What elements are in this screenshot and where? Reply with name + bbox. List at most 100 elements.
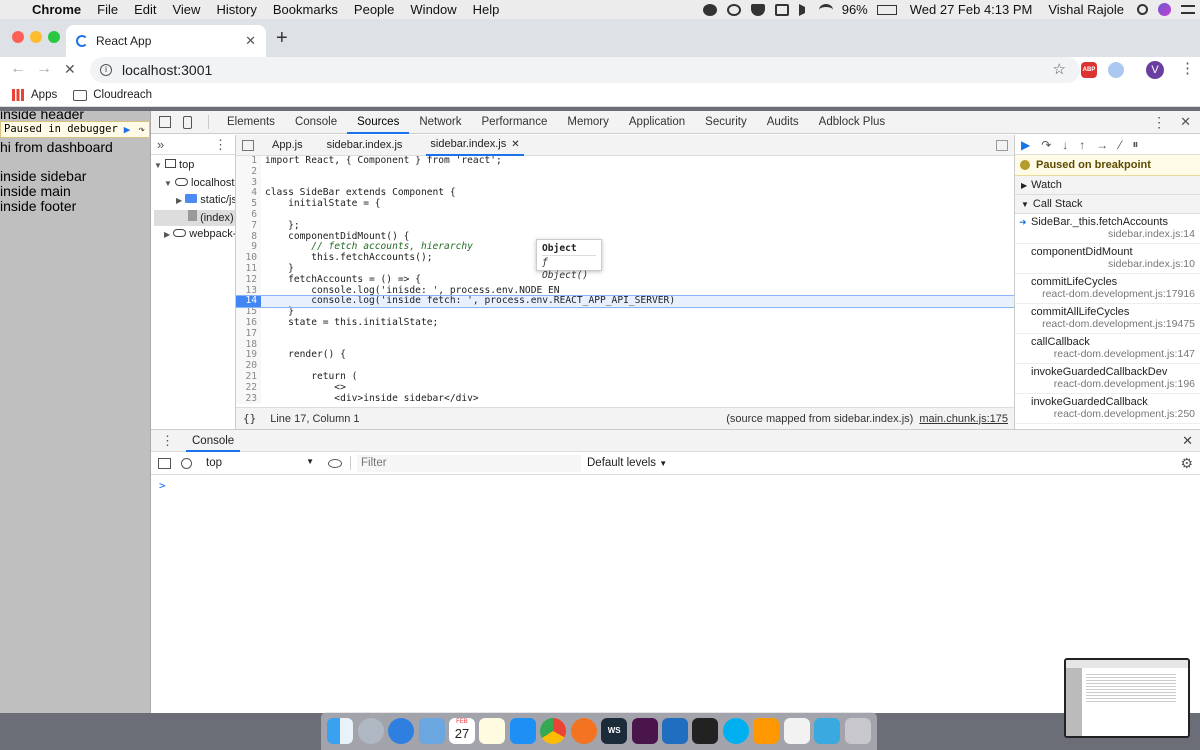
menu-window[interactable]: Window: [402, 2, 464, 17]
slack-icon[interactable]: [631, 718, 658, 744]
watch-section[interactable]: ▶ Watch: [1015, 176, 1200, 195]
tree-item-static[interactable]: ▶ static/js: [154, 192, 235, 210]
tree-item-index[interactable]: (index): [154, 209, 235, 226]
call-stack-frame[interactable]: invokeGuardedCallbackDev react-dom.develo…: [1015, 364, 1200, 394]
airplay-icon[interactable]: [774, 3, 789, 16]
app-store-icon[interactable]: [509, 718, 536, 744]
status-icon-2[interactable]: [726, 3, 741, 16]
code-line[interactable]: 22 <>: [236, 382, 1014, 394]
code-line[interactable]: 16 state = this.initialState;: [236, 317, 1014, 329]
console-sidebar-icon[interactable]: [158, 457, 171, 469]
callstack-section[interactable]: ▼ Call Stack: [1015, 195, 1200, 214]
battery-icon[interactable]: [876, 4, 897, 15]
inspect-element-icon[interactable]: [159, 116, 171, 128]
webstorm-icon[interactable]: WS: [601, 718, 628, 744]
siri-icon[interactable]: [1158, 3, 1171, 16]
sublime-icon[interactable]: [753, 718, 780, 744]
line-number[interactable]: 6: [236, 209, 261, 221]
address-bar[interactable]: i localhost:3001 ☆: [90, 57, 1080, 83]
documents-icon[interactable]: [783, 718, 810, 744]
trash-icon[interactable]: [844, 718, 871, 744]
call-stack-frame[interactable]: commitLifeCycles react-dom.development.js…: [1015, 274, 1200, 304]
code-line[interactable]: 12 fetchAccounts = () => {: [236, 274, 1014, 286]
call-stack-frame[interactable]: callCallback react-dom.development.js:147: [1015, 334, 1200, 364]
tab-console[interactable]: Console: [285, 111, 347, 134]
extension-icon[interactable]: [1108, 62, 1124, 78]
user-name[interactable]: Vishal Rajole: [1040, 2, 1132, 17]
call-stack-frame[interactable]: invokeGuardedCallback react-dom.developme…: [1015, 394, 1200, 424]
step-out-icon[interactable]: ↑: [1079, 138, 1085, 152]
vscode-icon[interactable]: [662, 718, 689, 744]
close-file-icon[interactable]: ✕: [511, 139, 519, 150]
status-icon-1[interactable]: [702, 3, 717, 16]
code-line[interactable]: 21 return (: [236, 371, 1014, 383]
clock[interactable]: Wed 27 Feb 4:13 PM: [902, 2, 1041, 17]
volume-icon[interactable]: [798, 3, 809, 16]
toggle-navigator-icon[interactable]: [242, 139, 254, 151]
step-over-icon[interactable]: ↷: [138, 122, 145, 137]
minimize-window-button[interactable]: [30, 31, 42, 43]
pause-exceptions-icon[interactable]: ⏸: [1132, 137, 1138, 152]
url-text[interactable]: localhost:3001: [122, 62, 212, 78]
code-line[interactable]: 18: [236, 339, 1014, 351]
toggle-debugger-icon[interactable]: [996, 139, 1008, 151]
adblock-plus-icon[interactable]: ABP: [1081, 62, 1097, 78]
tab-elements[interactable]: Elements: [217, 111, 285, 134]
drawer-tab-console[interactable]: Console: [186, 430, 241, 452]
notification-center-icon[interactable]: [1181, 5, 1195, 14]
line-number[interactable]: 7: [236, 220, 261, 232]
code-line[interactable]: 1 import React, { Component } from 'react…: [236, 156, 1014, 167]
call-stack-frame[interactable]: componentDidMount sidebar.index.js:10: [1015, 244, 1200, 274]
menu-help[interactable]: Help: [465, 2, 508, 17]
close-devtools-icon[interactable]: ✕: [1180, 114, 1191, 130]
menu-history[interactable]: History: [208, 2, 264, 17]
new-tab-button[interactable]: +: [276, 27, 288, 50]
code-line[interactable]: 6: [236, 209, 1014, 221]
calendar-icon[interactable]: FEB 27: [448, 718, 475, 744]
call-stack-frame[interactable]: commitAllLifeCycles react-dom.development…: [1015, 304, 1200, 334]
terminal-icon[interactable]: [692, 718, 719, 744]
file-tab-sidebar-active[interactable]: sidebar.index.js ✕: [426, 135, 524, 156]
screenshot-app-icon[interactable]: [814, 718, 841, 744]
tab-memory[interactable]: Memory: [557, 111, 619, 134]
firefox-icon[interactable]: [570, 718, 597, 744]
code-line[interactable]: 19 render() {: [236, 350, 1014, 362]
code-line[interactable]: 17: [236, 328, 1014, 340]
code-line[interactable]: 5 initialState = {: [236, 198, 1014, 210]
bookmark-cloudreach[interactable]: Cloudreach: [93, 89, 152, 101]
clear-console-icon[interactable]: [181, 457, 192, 469]
console-prompt[interactable]: >: [151, 475, 1200, 492]
menu-view[interactable]: View: [164, 2, 208, 17]
close-tab-icon[interactable]: ✕: [245, 33, 256, 49]
menu-file[interactable]: File: [89, 2, 126, 17]
call-stack-frame[interactable]: ➜ SideBar._this.fetchAccounts sidebar.inde…: [1015, 214, 1200, 244]
tab-security[interactable]: Security: [695, 111, 757, 134]
code-line-paused[interactable]: 14 console.log('inside fetch: ', process…: [236, 295, 1014, 309]
tab-performance[interactable]: Performance: [472, 111, 558, 134]
code-view[interactable]: 1 import React, { Component } from 'react…: [236, 156, 1014, 406]
code-line[interactable]: 7 };: [236, 220, 1014, 232]
devtools-menu-icon[interactable]: ⋮: [1152, 114, 1166, 131]
screenshot-thumbnail[interactable]: [1064, 658, 1190, 738]
log-levels-dropdown[interactable]: Default levels ▼: [587, 457, 667, 469]
line-number[interactable]: 1: [236, 156, 261, 167]
stop-icon[interactable]: ✕: [64, 61, 76, 78]
launchpad-icon[interactable]: [357, 718, 384, 744]
line-number[interactable]: 3: [236, 177, 261, 189]
tab-adblock-plus[interactable]: Adblock Plus: [809, 111, 895, 134]
apps-grid-icon[interactable]: [12, 89, 24, 101]
code-line[interactable]: 2: [236, 166, 1014, 178]
tab-network[interactable]: Network: [409, 111, 471, 134]
tab-sources[interactable]: Sources: [347, 111, 410, 134]
wifi-icon[interactable]: [818, 3, 833, 16]
profile-avatar[interactable]: V: [1146, 61, 1164, 79]
chrome-icon[interactable]: [540, 718, 567, 744]
notes-icon[interactable]: [479, 718, 506, 744]
resume-icon[interactable]: ▶: [1021, 138, 1030, 152]
menu-people[interactable]: People: [346, 2, 402, 17]
file-tab-appjs[interactable]: App.js: [272, 139, 303, 151]
spotlight-icon[interactable]: [1137, 4, 1148, 15]
maximize-window-button[interactable]: [48, 31, 60, 43]
preview-icon[interactable]: [418, 718, 445, 744]
line-number[interactable]: 17: [236, 328, 261, 340]
